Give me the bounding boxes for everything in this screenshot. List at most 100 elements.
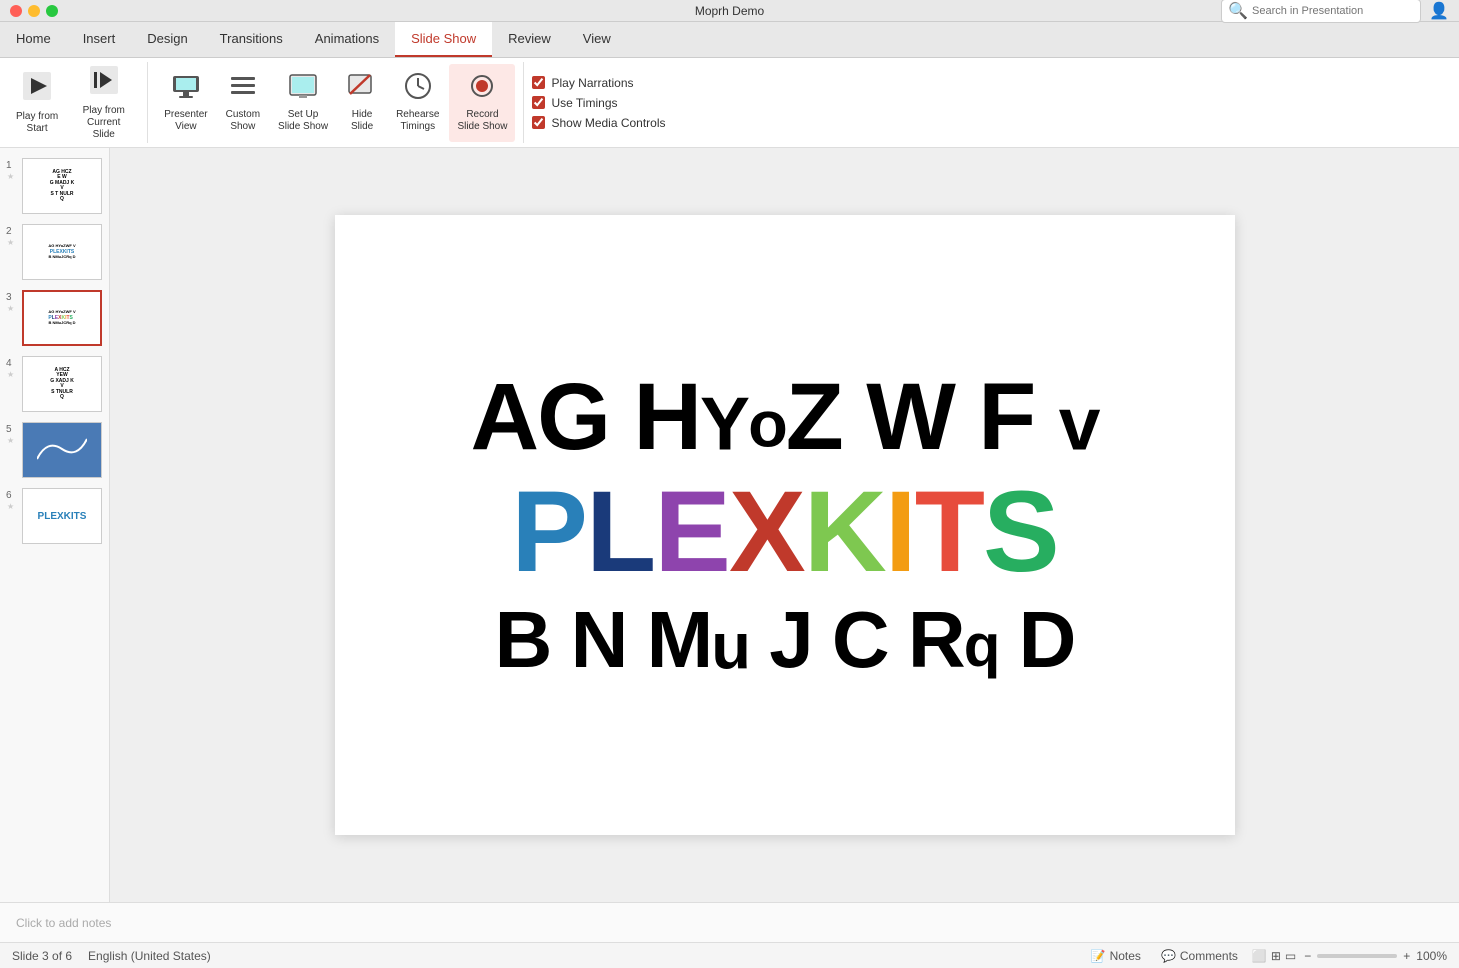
slide-thumbnail-3[interactable]: AG HYoZWF V PLEXKITS B NMuJCRq D: [22, 290, 102, 346]
play-start-icon: [21, 70, 53, 107]
maximize-button[interactable]: [46, 5, 58, 17]
record-slide-show-button[interactable]: RecordSlide Show: [449, 64, 515, 142]
tab-insert[interactable]: Insert: [67, 22, 132, 57]
slide-panel[interactable]: 1 ★ AG HCZE W G MADJ KV S T NULRQ 2 ★ AG…: [0, 148, 110, 902]
presenter-view-button[interactable]: PresenterView: [156, 64, 215, 142]
slide-star-3: ★: [7, 304, 17, 313]
slide-plexkits: PLEXKITS: [511, 475, 1057, 590]
tabbar: Home Insert Design Transitions Animation…: [0, 22, 1459, 58]
ribbon-group-play: Play fromStart Play fromCurrent Slide: [0, 62, 148, 143]
slide-number-2: 2: [6, 226, 18, 237]
slide-number-3: 3: [6, 292, 18, 303]
close-button[interactable]: [10, 5, 22, 17]
slide-star-2: ★: [7, 238, 17, 247]
show-media-controls-checkbox[interactable]: [532, 116, 545, 129]
use-timings-label: Use Timings: [551, 96, 617, 110]
ribbon-group-checks: Play Narrations Use Timings Show Media C…: [524, 62, 673, 143]
slide-canvas: AG HYoZ W F v PLEXKITS B N Mu J C Rq D: [110, 148, 1459, 902]
view-icons: ⬜ ⊞ ▭: [1252, 949, 1296, 963]
play-narrations-label: Play Narrations: [551, 76, 633, 90]
slide-thumbnail-6[interactable]: PLEXKITS: [22, 488, 102, 544]
language-info: English (United States): [88, 949, 211, 963]
play-from-start-label: Play fromStart: [16, 111, 58, 135]
comments-button[interactable]: 💬 Comments: [1155, 947, 1244, 965]
grid-view-icon[interactable]: ⊞: [1271, 949, 1281, 963]
minimize-button[interactable]: [28, 5, 40, 17]
zoom-slider[interactable]: [1317, 954, 1397, 958]
set-up-slide-show-button[interactable]: Set UpSlide Show: [270, 64, 336, 142]
slide-number-1: 1: [6, 160, 18, 171]
tab-view[interactable]: View: [567, 22, 627, 57]
play-current-icon: [88, 64, 120, 101]
titlebar: Moprh Demo 🔍 👤: [0, 0, 1459, 22]
zoom-out-icon[interactable]: −: [1304, 949, 1311, 963]
slide-star-4: ★: [7, 370, 17, 379]
statusbar-left: Slide 3 of 6 English (United States): [12, 949, 211, 963]
play-current-slide-button[interactable]: Play fromCurrent Slide: [68, 64, 139, 142]
tab-transitions[interactable]: Transitions: [204, 22, 299, 57]
use-timings-checkbox[interactable]: [532, 96, 545, 109]
search-icon: 🔍: [1228, 1, 1248, 21]
tab-design[interactable]: Design: [131, 22, 203, 57]
custom-show-icon: [229, 72, 257, 105]
main-area: 1 ★ AG HCZE W G MADJ KV S T NULRQ 2 ★ AG…: [0, 148, 1459, 902]
rehearse-timings-button[interactable]: RehearseTimings: [388, 64, 447, 142]
hide-slide-label: HideSlide: [351, 109, 373, 133]
account-icon[interactable]: 👤: [1429, 1, 1449, 21]
hide-icon: [348, 72, 376, 105]
normal-view-icon[interactable]: ⬜: [1252, 949, 1267, 963]
slide-thumbnail-4[interactable]: A HCZYEW G XADJ KV S TNULRQ: [22, 356, 102, 412]
play-narrations-checkbox[interactable]: [532, 76, 545, 89]
notes-area[interactable]: Click to add notes: [0, 902, 1459, 942]
use-timings-check[interactable]: Use Timings: [532, 96, 665, 110]
play-from-start-button[interactable]: Play fromStart: [8, 64, 66, 142]
slide-thumb-1[interactable]: 1 ★ AG HCZE W G MADJ KV S T NULRQ: [4, 156, 105, 216]
hide-slide-button[interactable]: HideSlide: [338, 64, 386, 142]
statusbar-right: 📝 Notes 💬 Comments ⬜ ⊞ ▭ − + 100%: [1085, 947, 1447, 965]
reading-view-icon[interactable]: ▭: [1285, 949, 1296, 963]
tab-home[interactable]: Home: [0, 22, 67, 57]
setup-label: Set UpSlide Show: [278, 109, 328, 133]
play-narrations-check[interactable]: Play Narrations: [532, 76, 665, 90]
slide-thumb-6[interactable]: 6 ★ PLEXKITS: [4, 486, 105, 546]
tab-review[interactable]: Review: [492, 22, 567, 57]
slide-star-5: ★: [7, 436, 17, 445]
slide-content[interactable]: AG HYoZ W F v PLEXKITS B N Mu J C Rq D: [335, 215, 1235, 835]
zoom-in-icon[interactable]: +: [1403, 949, 1410, 963]
slide-thumbnail-1[interactable]: AG HCZE W G MADJ KV S T NULRQ: [22, 158, 102, 214]
zoom-control: − + 100%: [1304, 949, 1447, 963]
window-controls[interactable]: [10, 5, 58, 17]
rehearse-icon: [404, 72, 432, 105]
notes-button[interactable]: 📝 Notes: [1085, 947, 1147, 965]
slide-star-6: ★: [7, 502, 17, 511]
slide-thumb-2[interactable]: 2 ★ AG HYoZWF V PLEXKITS B NMuJCRq D: [4, 222, 105, 282]
ribbon: Play fromStart Play fromCurrent Slide Pr…: [0, 58, 1459, 148]
slide-thumb-3[interactable]: 3 ★ AG HYoZWF V PLEXKITS B NMuJCRq D: [4, 288, 105, 348]
setup-icon: [289, 72, 317, 105]
presenter-icon: [172, 72, 200, 105]
window-title: Moprh Demo: [695, 4, 764, 18]
custom-show-button[interactable]: CustomShow: [218, 64, 268, 142]
comments-icon: 💬: [1161, 949, 1176, 963]
comments-label: Comments: [1180, 949, 1238, 963]
ribbon-group-setup: PresenterView CustomShow Set UpSlide Sho…: [148, 62, 524, 143]
search-input[interactable]: [1252, 5, 1414, 17]
slide-number-6: 6: [6, 490, 18, 501]
presenter-view-label: PresenterView: [164, 109, 207, 133]
tab-animations[interactable]: Animations: [299, 22, 395, 57]
custom-show-label: CustomShow: [226, 109, 260, 133]
slide-line3: B N Mu J C Rq D: [495, 600, 1075, 680]
rehearse-timings-label: RehearseTimings: [396, 109, 439, 133]
slide-thumbnail-5[interactable]: [22, 422, 102, 478]
statusbar: Slide 3 of 6 English (United States) 📝 N…: [0, 942, 1459, 968]
slide-thumb-4[interactable]: 4 ★ A HCZYEW G XADJ KV S TNULRQ: [4, 354, 105, 414]
record-icon: [468, 72, 496, 105]
show-media-controls-check[interactable]: Show Media Controls: [532, 116, 665, 130]
notes-icon: 📝: [1091, 949, 1106, 963]
slide-number-4: 4: [6, 358, 18, 369]
tab-slideshow[interactable]: Slide Show: [395, 22, 492, 57]
slide-thumb-5[interactable]: 5 ★: [4, 420, 105, 480]
titlebar-right: 🔍 👤: [1221, 0, 1449, 23]
slide-thumbnail-2[interactable]: AG HYoZWF V PLEXKITS B NMuJCRq D: [22, 224, 102, 280]
search-box[interactable]: 🔍: [1221, 0, 1421, 23]
